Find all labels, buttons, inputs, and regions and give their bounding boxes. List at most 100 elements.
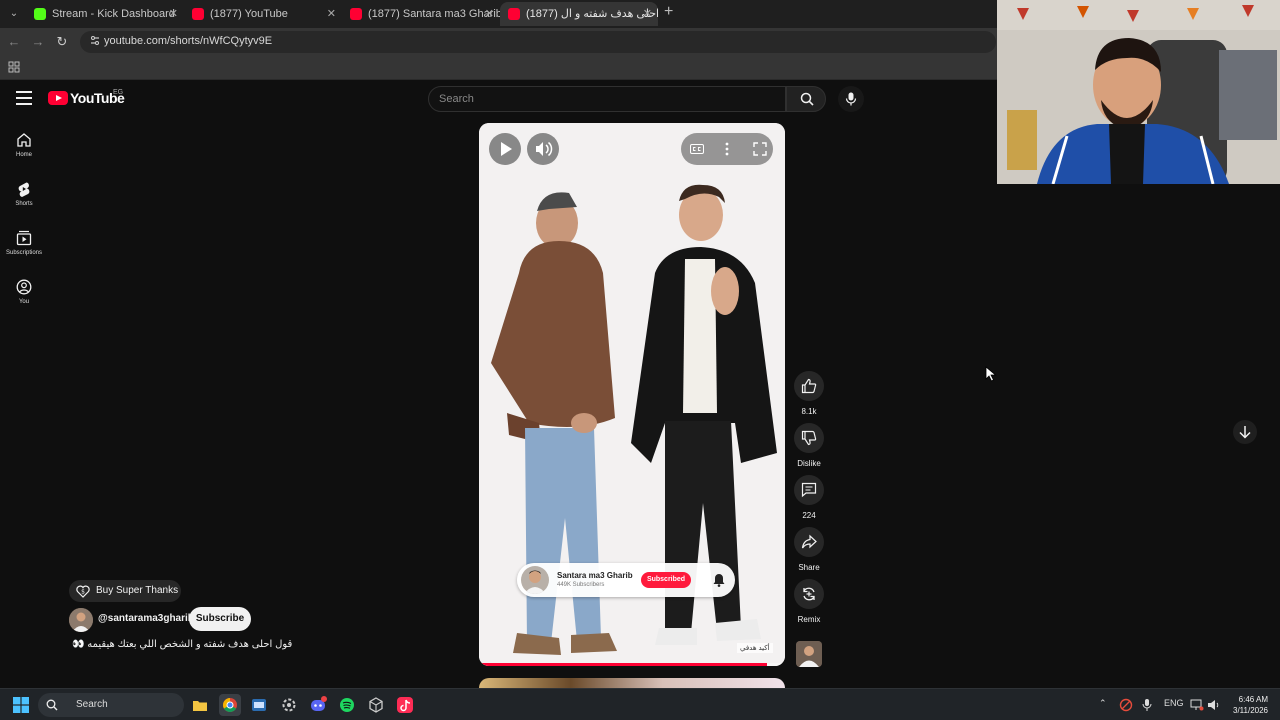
unity-app[interactable] [365,694,387,716]
overlay-channel-name: Santara ma3 Gharib [557,571,633,580]
next-video-button[interactable] [1233,420,1257,444]
search-icon [46,699,58,711]
tab-close-icon[interactable]: ✕ [169,2,178,26]
new-tab-button[interactable]: + [664,4,680,20]
settings-app[interactable] [278,694,300,716]
url-text: youtube.com/shorts/nWfCQytyv9E [104,35,273,47]
search-input[interactable]: Search [428,86,786,112]
site-info-icon[interactable] [88,35,102,49]
reload-icon[interactable]: ↻ [54,34,70,50]
browser-tab-current-short[interactable]: (1877) قول احلى هدف شفته و ال ✕ [500,2,658,26]
browser-tab-youtube[interactable]: (1877) YouTube ✕ [184,2,342,26]
comment-count: 224 [802,511,816,520]
progress-bar [479,663,767,666]
windows-start-icon[interactable] [13,697,29,713]
channel-avatar[interactable] [69,608,93,632]
chrome-icon [223,698,237,712]
dislike-button[interactable]: Dislike [794,423,824,468]
address-bar[interactable]: youtube.com/shorts/nWfCQytyv9E [80,31,996,53]
search-icon [800,92,814,106]
webcam-feed [997,0,1280,184]
forward-arrow-icon[interactable]: → [30,34,46,50]
video-text-overlay: أكيد هدفي [737,643,773,653]
fullscreen-icon[interactable] [753,142,767,156]
webcam-overlay [997,0,1280,184]
shorts-video-player[interactable]: Santara ma3 Gharib 449K Subscribers Subs… [479,123,785,666]
search-button[interactable] [786,86,826,112]
subscribe-overlay-card[interactable]: Santara ma3 Gharib 449K Subscribers Subs… [517,563,735,597]
tab-search-chevron-icon[interactable]: ⌄ [6,6,22,22]
channel-avatar [521,566,549,594]
chrome-app[interactable] [219,694,241,716]
tab-close-icon[interactable]: ✕ [485,2,494,26]
tiktok-app[interactable] [394,694,416,716]
sidenav-label: You [18,299,30,305]
network-icon[interactable] [1190,698,1204,712]
volume-button[interactable] [527,133,559,165]
microphone-icon [845,92,857,106]
remix-icon [803,587,815,601]
sidenav-item-home[interactable]: Home [0,132,48,158]
share-button-circle [794,527,824,557]
voice-search-button[interactable] [838,86,864,112]
buy-super-thanks-button[interactable]: $ Buy Super Thanks [69,580,181,602]
youtube-favicon-icon [192,8,204,20]
youtube-logo-icon [48,91,68,105]
volume-icon [536,141,553,157]
play-button[interactable] [489,133,521,165]
remix-label: Remix [797,615,821,624]
shorts-icon [18,182,30,197]
tab-close-icon[interactable]: ✕ [643,2,652,26]
notification-bell-icon[interactable] [713,573,725,587]
file-explorer-app[interactable] [189,694,211,716]
language-indicator[interactable]: ENG [1164,698,1184,708]
discord-icon [311,696,327,711]
menu-icon[interactable] [16,91,32,105]
shield-icon[interactable] [1119,698,1133,712]
volume-icon[interactable] [1207,698,1221,712]
mouse-cursor-icon [985,366,997,382]
sidenav-item-you[interactable]: You [0,279,48,305]
spotify-app[interactable] [336,694,358,716]
closed-captions-icon[interactable] [690,144,704,154]
tab-title: (1877) قول احلى هدف شفته و ال [526,8,658,20]
tray-overflow-icon[interactable]: ⌃ [1099,698,1107,709]
home-icon [17,133,31,147]
country-code: EG [113,89,124,96]
taskbar-search[interactable]: Search [38,693,184,717]
channel-handle-link[interactable]: @santarama3gharib [98,613,194,624]
browser-tab-santara-channel[interactable]: (1877) Santara ma3 Gharib - Yo ✕ [342,2,500,26]
comment-icon [801,482,817,498]
comments-button[interactable]: 224 [794,475,824,520]
tab-title: (1877) Santara ma3 Gharib - Yo [368,8,500,20]
share-button[interactable]: Share [794,527,824,572]
browser-tab-kick-dashboard[interactable]: Stream - Kick Dashboard ✕ [26,2,184,26]
more-options-icon[interactable] [725,142,729,156]
discord-app[interactable] [307,694,329,716]
overlay-subscribed-button[interactable]: Subscribed [641,572,691,588]
youtube-favicon-icon [350,8,362,20]
sidenav-label: Subscriptions [5,250,43,256]
subscribe-button[interactable]: Subscribe [189,607,251,631]
search-placeholder: Search [439,93,474,105]
back-arrow-icon[interactable]: ← [6,34,22,50]
windows-taskbar: Search ⌃ ENG 6:46 AM 3/11/2026 [0,688,1280,720]
apps-grid-icon[interactable] [8,61,20,73]
you-icon [16,279,32,295]
sidenav-item-subscriptions[interactable]: Subscriptions [0,230,48,256]
sidenav-item-shorts[interactable]: Shorts [0,181,48,207]
arrow-down-icon [1239,426,1251,439]
microphone-icon[interactable] [1142,698,1152,712]
spotify-icon [340,698,354,712]
audio-source-thumbnail[interactable] [796,641,822,667]
system-clock[interactable]: 6:46 AM 3/11/2026 [1222,694,1268,716]
like-button[interactable]: 8.1k [794,371,824,416]
obs-style-app[interactable] [248,694,270,716]
sidenav-label: Home [15,152,32,158]
taskbar-search-label: Search [76,699,108,710]
app-window-icon [252,699,266,711]
tab-close-icon[interactable]: ✕ [327,2,336,26]
remix-button[interactable]: Remix [794,579,824,624]
cube-icon [369,697,383,713]
screen: ⌄ Stream - Kick Dashboard ✕ (1877) YouTu… [0,0,1280,720]
